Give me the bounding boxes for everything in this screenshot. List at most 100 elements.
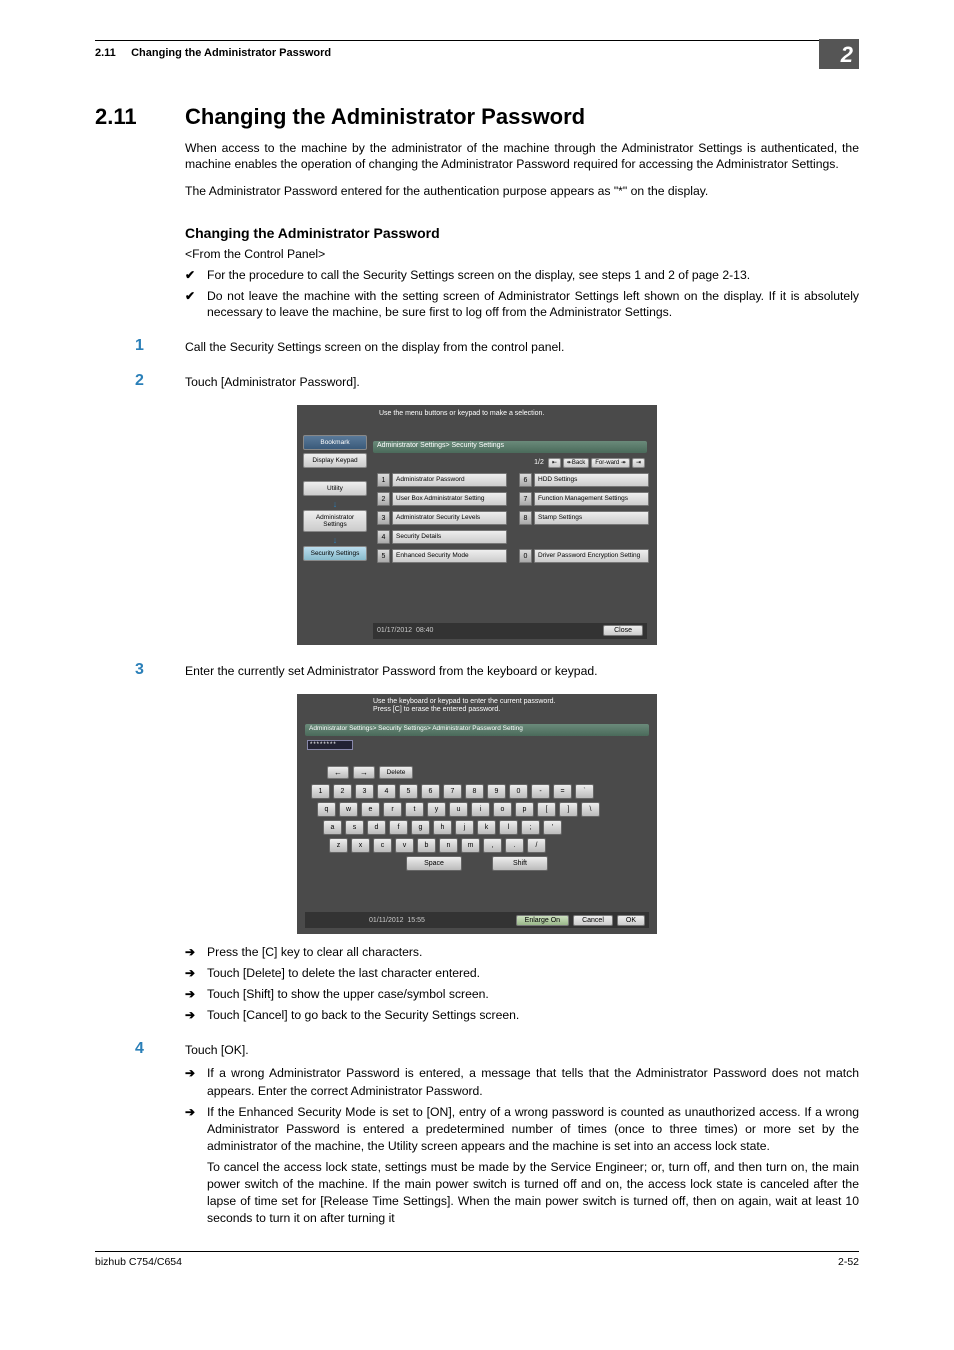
keyboard-key[interactable]: /: [527, 838, 546, 853]
ss2-datetime: 01/11/2012 15:55: [369, 917, 425, 924]
page-fwd-button[interactable]: For-ward ↠: [591, 458, 630, 468]
keyboard-key[interactable]: d: [367, 820, 386, 835]
keyboard-key[interactable]: x: [351, 838, 370, 853]
close-button[interactable]: Close: [603, 625, 643, 636]
keyboard-key[interactable]: 6: [421, 784, 440, 799]
delete-button[interactable]: Delete: [379, 766, 413, 779]
step-number: 4: [135, 1040, 185, 1227]
page-last-button[interactable]: ⇥: [632, 458, 645, 468]
ss1-message: Use the menu buttons or keypad to make a…: [379, 410, 544, 417]
header-left: 2.11 Changing the Administrator Password: [95, 47, 331, 59]
keyboard-key[interactable]: w: [339, 802, 358, 817]
keyboard-key[interactable]: =: [553, 784, 572, 799]
ss2-breadcrumb: Administrator Settings> Security Setting…: [305, 724, 649, 736]
ss1-footer: 01/17/2012 08:40 Close: [373, 623, 647, 639]
keyboard-key[interactable]: n: [439, 838, 458, 853]
space-key[interactable]: Space: [406, 856, 462, 871]
keyboard-key[interactable]: 9: [487, 784, 506, 799]
menu-item[interactable]: 0Driver Password Encryption Setting: [519, 549, 649, 563]
keyboard-key[interactable]: ,: [483, 838, 502, 853]
ok-button[interactable]: OK: [617, 915, 645, 926]
page-first-button[interactable]: ⇤: [548, 458, 561, 468]
keyboard-key[interactable]: 8: [465, 784, 484, 799]
down-arrow-icon: ↓: [303, 535, 367, 545]
menu-item[interactable]: 7Function Management Settings: [519, 492, 649, 506]
footer-right: 2-52: [838, 1256, 859, 1268]
keyboard-key[interactable]: m: [461, 838, 480, 853]
arrow-item: ➔Touch [Delete] to delete the last chara…: [185, 965, 859, 982]
keyboard-key[interactable]: q: [317, 802, 336, 817]
menu-item[interactable]: 5Enhanced Security Mode: [377, 549, 507, 563]
keyboard-key[interactable]: 1: [311, 784, 330, 799]
cursor-left-button[interactable]: ←: [327, 766, 349, 779]
page-back-button[interactable]: ↞Back: [563, 458, 589, 468]
arrow-item: ➔Touch [Cancel] to go back to the Securi…: [185, 1007, 859, 1024]
step-number: 1: [135, 337, 185, 356]
keyboard-key[interactable]: 0: [509, 784, 528, 799]
keyboard-key[interactable]: [: [537, 802, 556, 817]
menu-item[interactable]: 1Administrator Password: [377, 473, 507, 487]
password-field[interactable]: ********: [307, 740, 353, 750]
cancel-button[interactable]: Cancel: [573, 915, 613, 926]
keyboard-key[interactable]: t: [405, 802, 424, 817]
arrow-item: ➔Press the [C] key to clear all characte…: [185, 944, 859, 961]
keyboard-key[interactable]: j: [455, 820, 474, 835]
section-title-row: 2.11 Changing the Administrator Password: [95, 104, 859, 130]
keyboard-key[interactable]: ': [543, 820, 562, 835]
keyboard-key[interactable]: \: [581, 802, 600, 817]
security-settings-button[interactable]: Security Settings: [303, 546, 367, 561]
keyboard-key[interactable]: 2: [333, 784, 352, 799]
display-keypad-button[interactable]: Display Keypad: [303, 453, 367, 468]
ss1-breadcrumb: Administrator Settings> Security Setting…: [373, 441, 647, 453]
intro-p1: When access to the machine by the admini…: [185, 140, 859, 173]
bookmark-button[interactable]: Bookmark: [303, 435, 367, 450]
keyboard-key[interactable]: 4: [377, 784, 396, 799]
enlarge-button[interactable]: Enlarge On: [516, 915, 569, 926]
keyboard-key[interactable]: .: [505, 838, 524, 853]
keyboard-key[interactable]: h: [433, 820, 452, 835]
keyboard-key[interactable]: 7: [443, 784, 462, 799]
keyboard-key[interactable]: c: [373, 838, 392, 853]
keyboard-key[interactable]: 5: [399, 784, 418, 799]
keyboard-key[interactable]: p: [515, 802, 534, 817]
header-section-name: Changing the Administrator Password: [131, 47, 331, 59]
menu-item[interactable]: 6HDD Settings: [519, 473, 649, 487]
arrow-item: ➔If a wrong Administrator Password is en…: [185, 1065, 859, 1099]
step3-substeps: ➔Press the [C] key to clear all characte…: [185, 944, 859, 1024]
ss1-pager: 1/2 ⇤ ↞Back For-ward ↠ ⇥: [534, 457, 645, 469]
arrow-icon: ➔: [185, 944, 207, 961]
keyboard-key[interactable]: g: [411, 820, 430, 835]
keyboard-key[interactable]: v: [395, 838, 414, 853]
admin-settings-button[interactable]: Administrator Settings: [303, 510, 367, 532]
keyboard-key[interactable]: 3: [355, 784, 374, 799]
shift-key[interactable]: Shift: [492, 856, 548, 871]
keyboard-key[interactable]: y: [427, 802, 446, 817]
check-text: For the procedure to call the Security S…: [207, 267, 750, 283]
keyboard-key[interactable]: r: [383, 802, 402, 817]
keyboard-key[interactable]: s: [345, 820, 364, 835]
keyboard-key[interactable]: b: [417, 838, 436, 853]
cursor-right-button[interactable]: →: [353, 766, 375, 779]
keyboard-key[interactable]: ;: [521, 820, 540, 835]
keyboard-key[interactable]: i: [471, 802, 490, 817]
menu-item[interactable]: 2User Box Administrator Setting: [377, 492, 507, 506]
keyboard-key[interactable]: l: [499, 820, 518, 835]
menu-item[interactable]: 3Administrator Security Levels: [377, 511, 507, 525]
keyboard-key[interactable]: a: [323, 820, 342, 835]
step-text: Call the Security Settings screen on the…: [185, 337, 859, 356]
keyboard-key[interactable]: ]: [559, 802, 578, 817]
keyboard-key[interactable]: -: [531, 784, 550, 799]
step-number: 2: [135, 372, 185, 391]
screenshot-security-settings: Use the menu buttons or keypad to make a…: [297, 405, 657, 645]
keyboard-key[interactable]: `: [575, 784, 594, 799]
page-header: 2.11 Changing the Administrator Password…: [95, 40, 859, 68]
keyboard-key[interactable]: o: [493, 802, 512, 817]
menu-item[interactable]: 8Stamp Settings: [519, 511, 649, 525]
keyboard-key[interactable]: k: [477, 820, 496, 835]
keyboard-key[interactable]: e: [361, 802, 380, 817]
keyboard-key[interactable]: u: [449, 802, 468, 817]
menu-item[interactable]: 4Security Details: [377, 530, 507, 544]
utility-button[interactable]: Utility: [303, 481, 367, 496]
keyboard-key[interactable]: z: [329, 838, 348, 853]
keyboard-key[interactable]: f: [389, 820, 408, 835]
